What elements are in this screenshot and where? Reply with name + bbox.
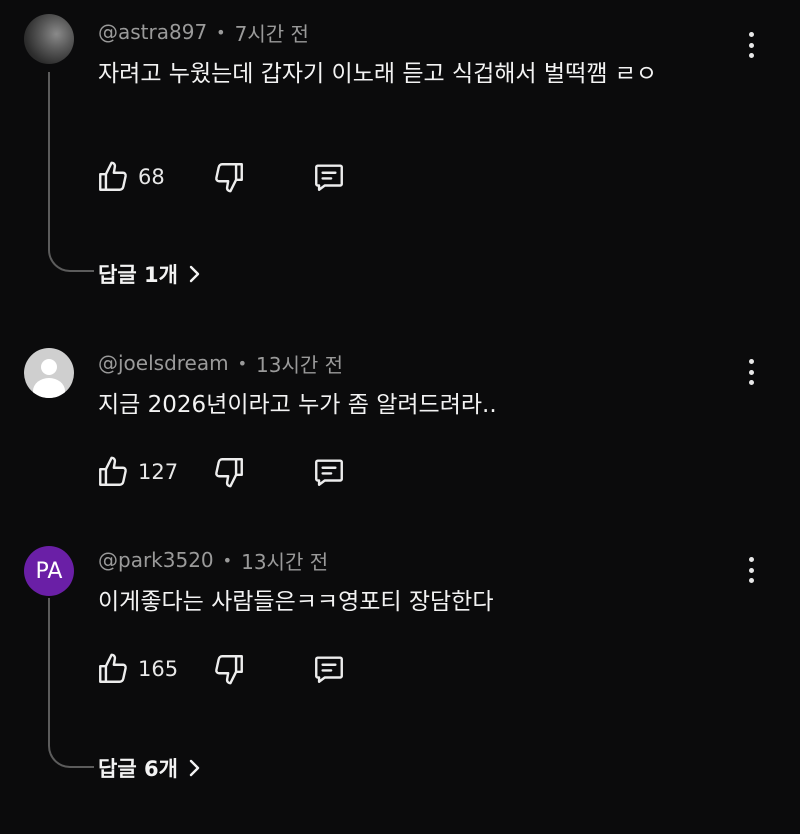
avatar-initials: PA: [35, 558, 63, 584]
thumbs-up-icon: [99, 161, 127, 191]
reply-button[interactable]: [312, 160, 346, 194]
comment-actions: 127: [96, 455, 396, 489]
like-count: 68: [138, 165, 165, 189]
replies-label: 답글 1개: [98, 263, 178, 287]
more-options-icon[interactable]: [742, 29, 760, 61]
comment-meta: @park3520 • 13시간 전: [98, 545, 328, 575]
comment-meta: @joelsdream • 13시간 전: [98, 348, 343, 378]
comment-time: 7시간 전: [234, 21, 309, 46]
comment-icon: [315, 459, 343, 486]
chevron-right-icon: [188, 264, 202, 284]
comment-actions: 165: [96, 652, 396, 686]
comment-text: 이게좋다는 사람들은ㅋㅋ영포티 장담한다: [98, 589, 494, 615]
comment-author[interactable]: @astra897: [98, 20, 207, 44]
thumbs-up-icon: [99, 456, 127, 486]
avatar[interactable]: [24, 348, 74, 398]
thumbs-down-icon: [215, 163, 243, 193]
replies-label: 답글 6개: [98, 757, 178, 781]
dislike-button[interactable]: [212, 455, 246, 489]
view-replies-button[interactable]: 답글 6개: [98, 752, 202, 784]
comment-icon: [315, 164, 343, 191]
like-button[interactable]: 165: [96, 652, 178, 686]
thumbs-down-icon: [215, 655, 243, 685]
dislike-button[interactable]: [212, 160, 246, 194]
comment-author[interactable]: @joelsdream: [98, 351, 229, 375]
more-options-icon[interactable]: [742, 554, 760, 586]
thread-connector-line: [48, 72, 94, 272]
dislike-button[interactable]: [212, 652, 246, 686]
comment-list: @astra897 • 7시간 전 자려고 누웠는데 갑자기 이노래 듣고 식겁…: [0, 0, 800, 834]
thumbs-down-icon: [215, 458, 243, 488]
view-replies-button[interactable]: 답글 1개: [98, 258, 202, 290]
avatar[interactable]: PA: [24, 546, 74, 596]
comment-time: 13시간 전: [241, 549, 329, 574]
comment-meta: @astra897 • 7시간 전: [98, 17, 309, 47]
reply-button[interactable]: [312, 652, 346, 686]
comment-text: 지금 2026년이라고 누가 좀 알려드려라..: [98, 392, 497, 418]
comment-actions: 68: [96, 160, 396, 194]
thumbs-up-icon: [99, 653, 127, 683]
comment-icon: [315, 656, 343, 683]
comment-time: 13시간 전: [256, 352, 344, 377]
like-button[interactable]: 68: [96, 160, 165, 194]
meta-separator: •: [222, 550, 233, 570]
comment-author[interactable]: @park3520: [98, 548, 214, 572]
like-count: 127: [138, 460, 179, 484]
comment-text: 자려고 누웠는데 갑자기 이노래 듣고 식겁해서 벌떡깸 ㄹㅇ: [98, 61, 658, 87]
thread-connector-line: [48, 598, 94, 768]
reply-button[interactable]: [312, 455, 346, 489]
more-options-icon[interactable]: [742, 356, 760, 388]
like-button[interactable]: 127: [96, 455, 178, 489]
like-count: 165: [138, 657, 179, 681]
meta-separator: •: [216, 22, 226, 42]
meta-separator: •: [237, 353, 248, 373]
chevron-right-icon: [188, 758, 202, 778]
avatar[interactable]: [24, 14, 74, 64]
